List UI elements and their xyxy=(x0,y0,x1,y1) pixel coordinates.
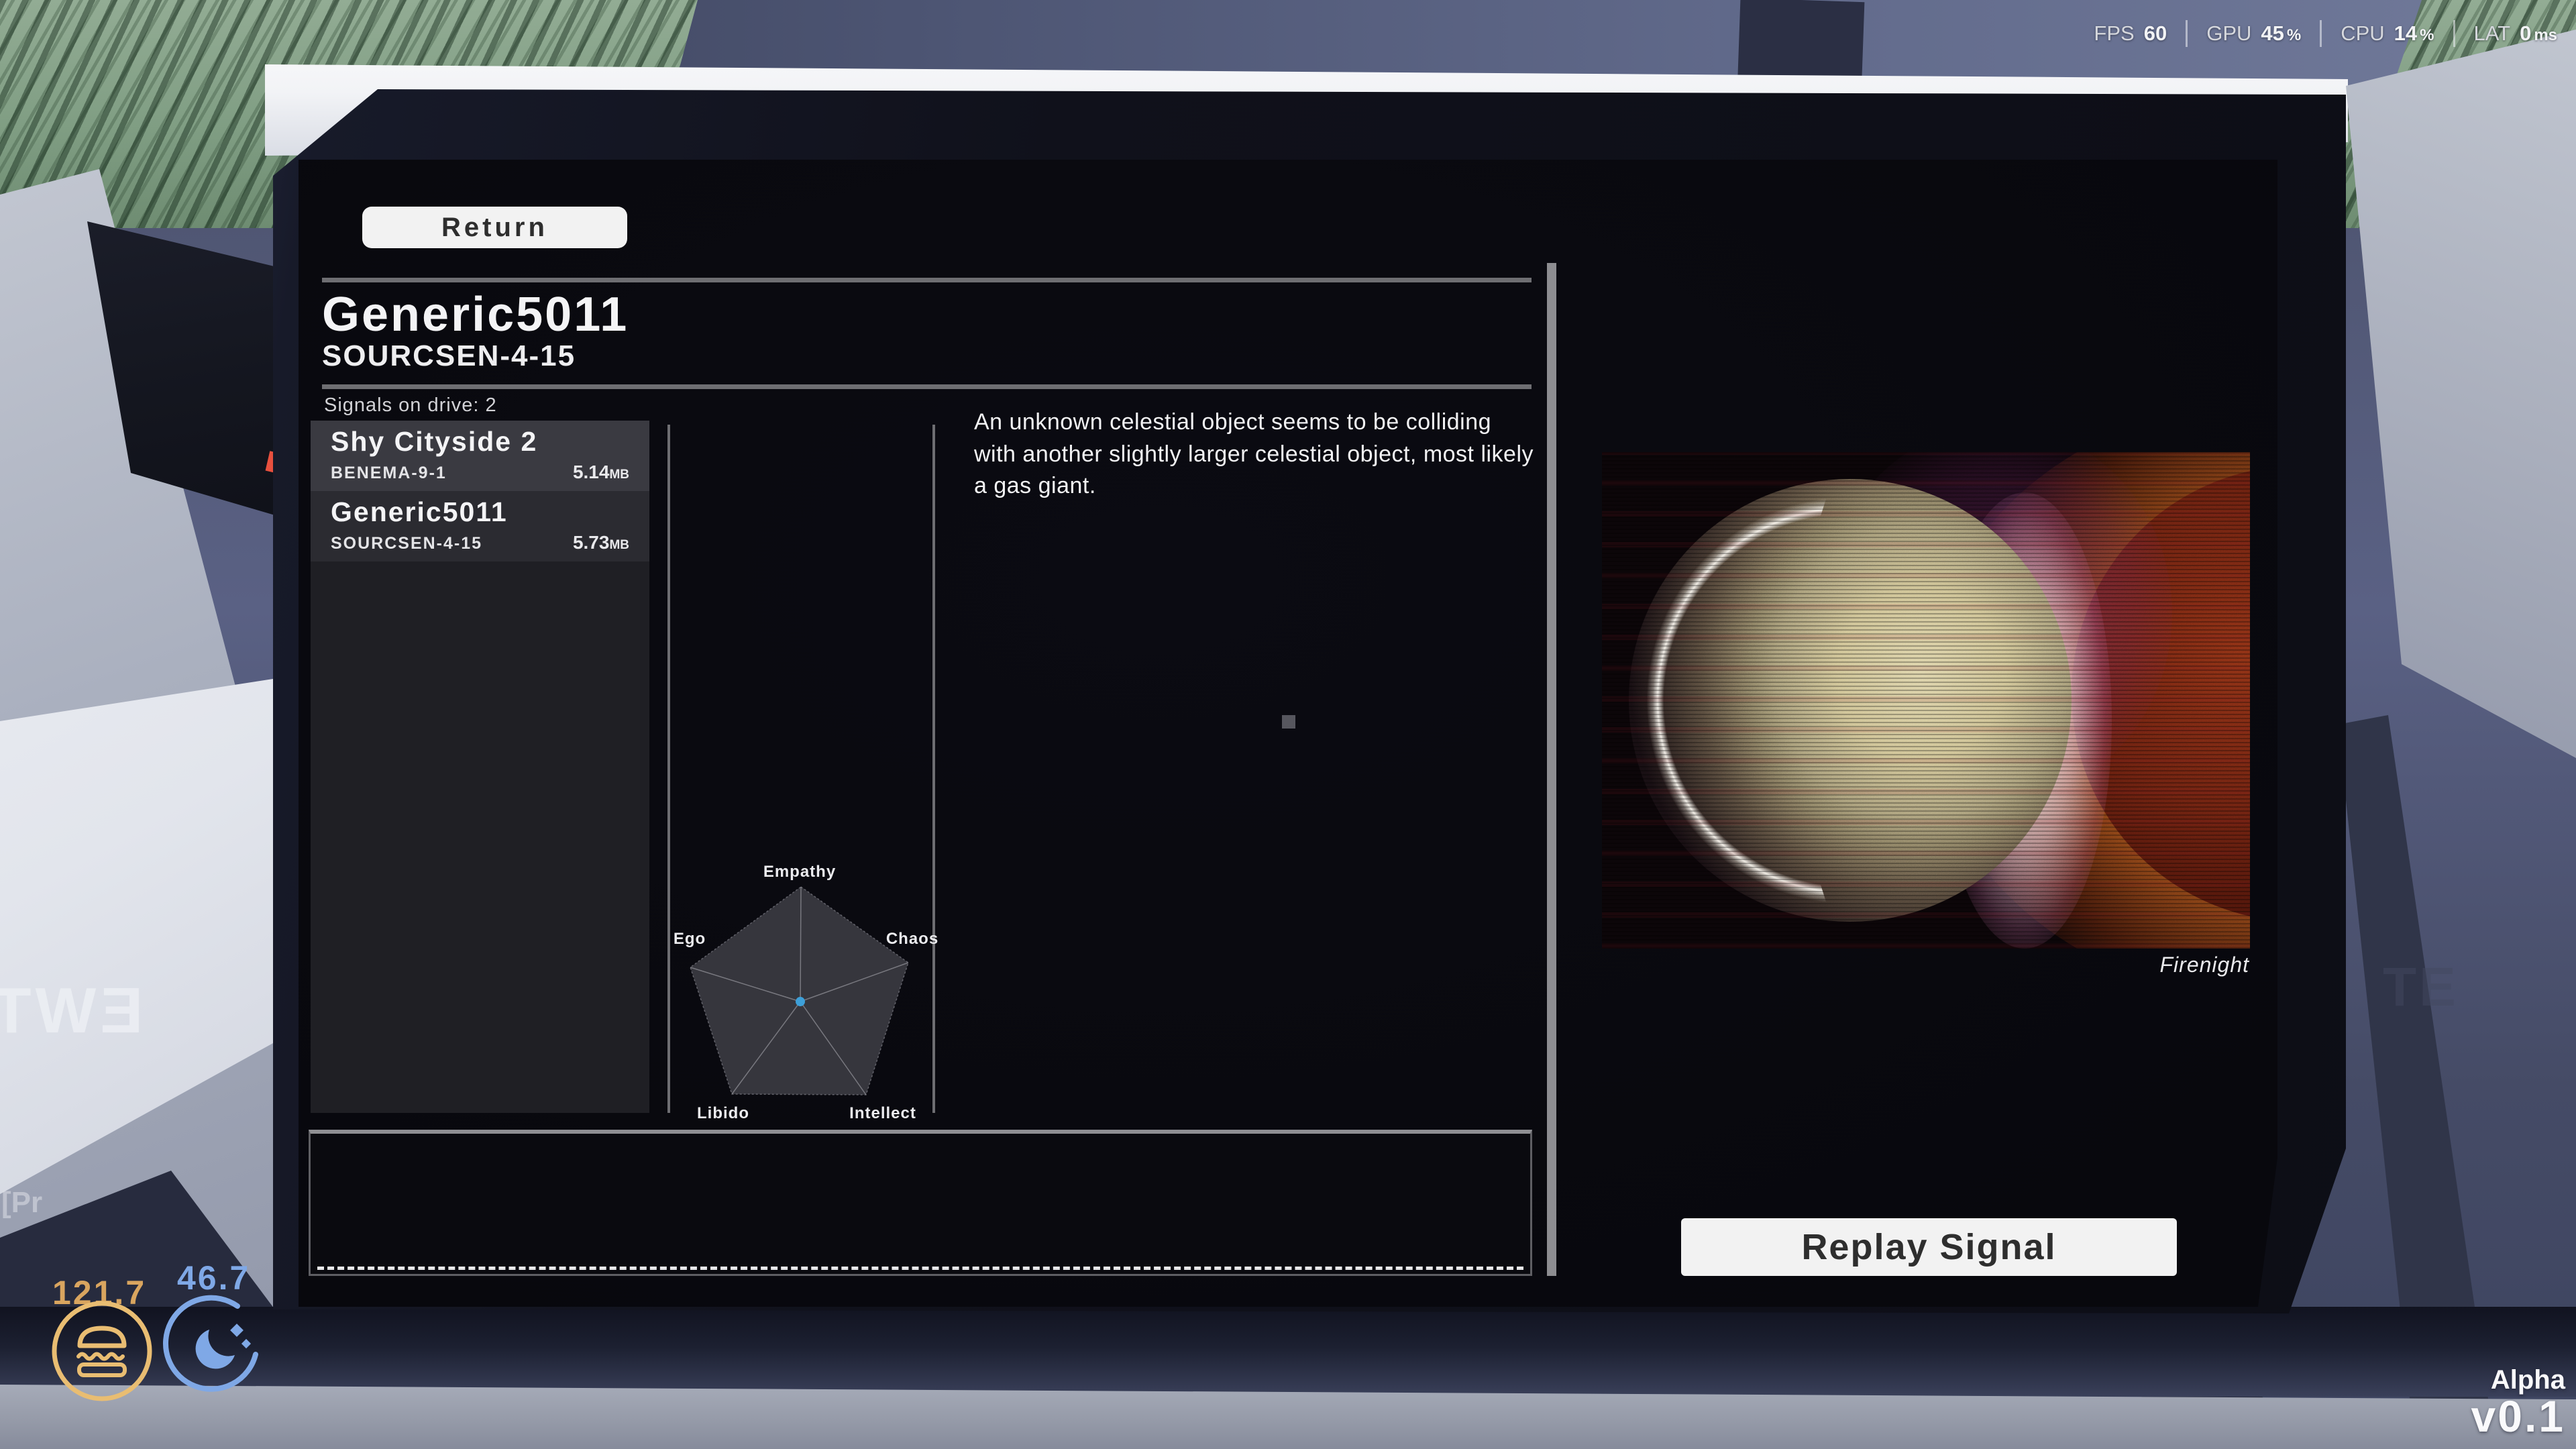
trait-radar-chart xyxy=(684,882,912,1100)
build-version-number: v0.1 xyxy=(2471,1393,2565,1440)
burger-icon xyxy=(48,1297,156,1405)
signal-code: BENEMA-9-1 xyxy=(331,464,447,483)
radar-axis-label-chaos: Chaos xyxy=(886,930,938,949)
radar-data-dot xyxy=(796,997,805,1006)
gpu-value: 45% xyxy=(2261,21,2301,46)
content-scrollbar[interactable] xyxy=(1547,263,1556,1276)
return-button[interactable]: Return xyxy=(362,207,627,248)
cursor-marker xyxy=(1282,715,1295,729)
wall-decal-text: EWT xyxy=(0,974,143,1048)
signals-on-drive-label: Signals on drive: 2 xyxy=(324,394,497,417)
wall-decal-text: [Pr xyxy=(1,1186,42,1220)
moon-sleep-icon xyxy=(160,1291,267,1398)
radar-axis-label-intellect: Intellect xyxy=(849,1104,916,1123)
gpu-label: GPU xyxy=(2206,21,2251,46)
image-caption: Firenight xyxy=(1945,953,2249,977)
title-divider-top xyxy=(322,278,1532,282)
signal-list-item[interactable]: Shy Cityside 2 BENEMA-9-1 5.14MB xyxy=(311,421,649,491)
signal-code: SOURCSEN-4-15 xyxy=(331,534,482,553)
title-divider-bottom xyxy=(322,384,1532,389)
scanlines-overlay xyxy=(1602,452,2250,949)
signal-title: Generic5011 xyxy=(322,287,629,342)
signal-size: 5.73MB xyxy=(573,532,629,553)
latency-value: 0ms xyxy=(2520,21,2557,46)
wall-decal-text: TE xyxy=(2383,956,2459,1019)
fps-value: 60 xyxy=(2144,21,2167,46)
fps-label: FPS xyxy=(2094,21,2134,46)
radar-axis-label-libido: Libido xyxy=(697,1104,749,1123)
fps-stat: FPS 60 xyxy=(2094,21,2167,46)
signal-code-subtitle: SOURCSEN-4-15 xyxy=(322,339,576,373)
build-stage-label: Alpha xyxy=(2471,1366,2565,1393)
build-version: Alpha v0.1 xyxy=(2471,1366,2565,1440)
gpu-stat: GPU 45% xyxy=(2206,21,2301,46)
game-viewport: EWT [Pr TE FPS 60 GPU 45% CPU 14% LAT 0m… xyxy=(0,0,2576,1449)
radar-axis-label-ego: Ego xyxy=(674,930,706,949)
perf-divider xyxy=(2320,20,2322,47)
replay-signal-button[interactable]: Replay Signal xyxy=(1681,1218,2177,1276)
signal-name: Shy Cityside 2 xyxy=(331,426,649,458)
signal-list-item[interactable]: Generic5011 SOURCSEN-4-15 5.73MB xyxy=(311,491,649,561)
perf-divider xyxy=(2186,20,2188,47)
panel-divider-right xyxy=(932,425,935,1113)
signal-description: An unknown celestial object seems to be … xyxy=(974,407,1534,502)
signal-size: 5.14MB xyxy=(573,462,629,483)
signal-timeline-box xyxy=(309,1130,1532,1276)
cpu-stat: CPU 14% xyxy=(2341,21,2434,46)
cpu-label: CPU xyxy=(2341,21,2384,46)
radar-axis-label-empathy: Empathy xyxy=(763,863,836,881)
floor-shadow xyxy=(0,1307,2576,1397)
signal-list: Shy Cityside 2 BENEMA-9-1 5.14MB Generic… xyxy=(311,421,649,1113)
performance-overlay: FPS 60 GPU 45% CPU 14% LAT 0ms xyxy=(2094,20,2557,47)
panel-divider-left xyxy=(667,425,670,1113)
cpu-value: 14% xyxy=(2394,21,2434,46)
latency-label: LAT xyxy=(2474,21,2511,46)
perf-divider xyxy=(2453,20,2455,47)
timeline-dashed-line xyxy=(317,1267,1523,1270)
latency-stat: LAT 0ms xyxy=(2474,21,2558,46)
signal-result-image xyxy=(1602,452,2250,949)
signal-name: Generic5011 xyxy=(331,496,649,528)
